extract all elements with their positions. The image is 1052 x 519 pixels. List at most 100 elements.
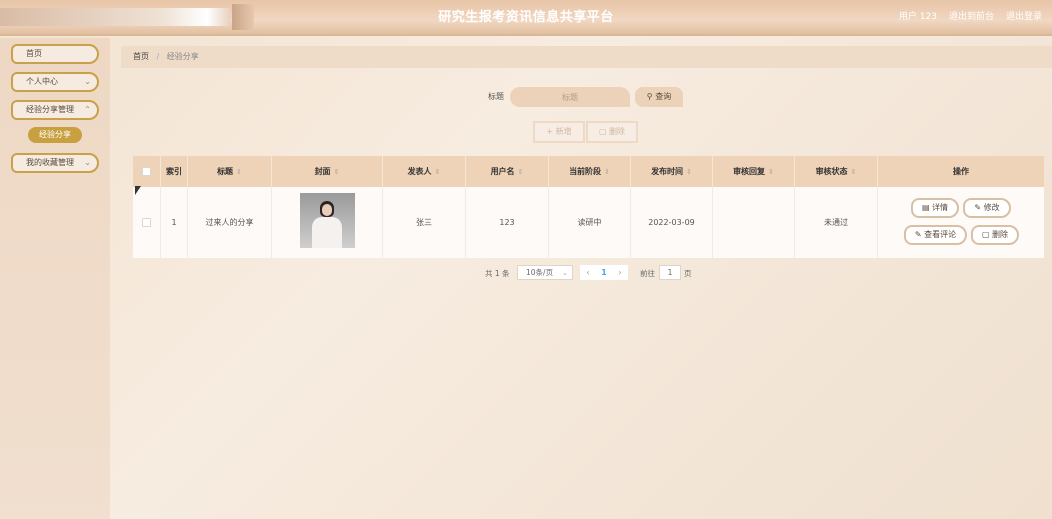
- cell-operations: ▤ 详情 ✎ 修改 ✎ 查看评论 ▢ 删除: [878, 187, 1044, 258]
- cell-publish-time: 2022-03-09: [631, 187, 713, 258]
- chevron-down-icon: ⌄: [561, 268, 568, 277]
- pencil-icon: ✎: [974, 203, 982, 212]
- breadcrumb: 首页 / 经验分享: [121, 46, 1052, 68]
- breadcrumb-current: 经验分享: [166, 52, 199, 61]
- add-button[interactable]: + 新增: [533, 121, 585, 143]
- column-header-review-status[interactable]: 审核状态 ⇕: [795, 156, 878, 187]
- delete-button-label: 删除: [992, 230, 1009, 239]
- goto-page-input[interactable]: 1: [659, 265, 681, 280]
- current-user: 用户 123: [898, 12, 937, 22]
- sort-icon[interactable]: ⇕: [604, 168, 610, 176]
- edit-button-label: 修改: [983, 203, 1000, 212]
- cover-image[interactable]: [300, 193, 355, 248]
- chevron-right-icon: ›: [618, 268, 622, 277]
- column-header-label: 封面: [314, 167, 331, 176]
- sidebar-item-label: 经验分享管理: [26, 105, 74, 114]
- cell-review-status: 未通过: [795, 187, 878, 258]
- chevron-up-icon: ⌃: [84, 105, 91, 114]
- cell-username: 123: [466, 187, 549, 258]
- cell-cover: [272, 187, 383, 258]
- sort-icon[interactable]: ⇕: [236, 168, 242, 176]
- top-header: 研究生报考资讯信息共享平台 用户 123 退出到前台 退出登录: [0, 0, 1052, 36]
- column-header-label: 发表人: [407, 167, 432, 176]
- data-table: 索引 标题 ⇕ 封面 ⇕ 发表人 ⇕ 用户名 ⇕ 当前阶段 ⇕ 发布时间 ⇕ 审核回复 ⇕ 审…: [133, 156, 1044, 258]
- sort-icon[interactable]: ⇕: [435, 168, 441, 176]
- main-content: 首页 / 经验分享 标题 ⚲ 查询 + 新增 ▢ 删除 索引 标题⇕ 封面⇕ 发…: [121, 46, 1052, 519]
- pagination: 共 1 条 10条/页 ⌄ ‹ 1 › 前往 1 页: [121, 265, 1052, 281]
- sidebar-subitem-experience-share[interactable]: 经验分享: [28, 127, 82, 143]
- sidebar-item-label: 首页: [26, 49, 42, 58]
- header-user-menu: 用户 123 退出到前台 退出登录: [899, 9, 1042, 22]
- goto-suffix: 页: [684, 269, 692, 278]
- column-header-label: 当前阶段: [569, 167, 602, 176]
- search-bar: 标题 ⚲ 查询: [121, 87, 1052, 107]
- mouse-cursor-icon: [135, 186, 141, 195]
- trash-icon: ▢: [981, 230, 990, 239]
- search-button-label: 查询: [655, 92, 672, 101]
- column-header-cover[interactable]: 封面 ⇕: [272, 156, 383, 187]
- sidebar: 首页 个人中心 ⌄ 经验分享管理 ⌃ 经验分享 我的收藏管理 ⌄: [0, 38, 110, 519]
- sort-icon[interactable]: ⇕: [518, 168, 524, 176]
- column-header-publish-time[interactable]: 发布时间 ⇕: [631, 156, 713, 187]
- column-header-index: 索引: [161, 156, 188, 187]
- sidebar-item-experience-management[interactable]: 经验分享管理 ⌃: [11, 100, 99, 120]
- column-header-operations: 操作: [953, 167, 969, 176]
- column-header-title[interactable]: 标题 ⇕: [188, 156, 272, 187]
- column-header-publisher[interactable]: 发表人 ⇕: [383, 156, 466, 187]
- sidebar-item-label: 我的收藏管理: [26, 158, 74, 167]
- column-header-label: 标题: [217, 167, 234, 176]
- cell-review-reply: [713, 187, 795, 258]
- table-header: 索引 标题 ⇕ 封面 ⇕ 发表人 ⇕ 用户名 ⇕ 当前阶段 ⇕ 发布时间 ⇕ 审核回复 ⇕ 审…: [133, 156, 1044, 187]
- sort-icon[interactable]: ⇕: [768, 168, 774, 176]
- column-header-stage[interactable]: 当前阶段 ⇕: [549, 156, 631, 187]
- search-icon: ⚲: [646, 92, 653, 101]
- batch-delete-button[interactable]: ▢ 删除: [586, 121, 638, 143]
- column-header-label: 发布时间: [651, 167, 684, 176]
- cover-figure-body: [312, 217, 342, 248]
- column-header-label: 审核状态: [815, 167, 848, 176]
- cell-title: 过来人的分享: [188, 187, 272, 258]
- select-all-checkbox[interactable]: [142, 167, 151, 176]
- sort-icon[interactable]: ⇕: [851, 168, 857, 176]
- cell-index: 1: [161, 187, 188, 258]
- search-label: 标题: [488, 92, 504, 101]
- page-number-current[interactable]: 1: [596, 265, 612, 280]
- column-header-label: 审核回复: [733, 167, 766, 176]
- sort-icon[interactable]: ⇕: [686, 168, 692, 176]
- chevron-down-icon: ⌄: [84, 158, 91, 167]
- select-all-checkbox-cell[interactable]: [133, 156, 161, 187]
- sort-icon[interactable]: ⇕: [334, 168, 340, 176]
- search-input[interactable]: [510, 87, 630, 107]
- column-header-username[interactable]: 用户名 ⇕: [466, 156, 549, 187]
- page-size-value: 10条/页: [526, 268, 554, 277]
- row-checkbox[interactable]: [142, 218, 151, 227]
- breadcrumb-separator: /: [156, 52, 160, 61]
- trash-icon: ▢: [598, 127, 607, 136]
- detail-button[interactable]: ▤ 详情: [911, 198, 959, 218]
- breadcrumb-home[interactable]: 首页: [133, 52, 149, 61]
- back-to-front-link[interactable]: 退出到前台: [949, 9, 994, 22]
- view-comments-button[interactable]: ✎ 查看评论: [904, 225, 967, 245]
- goto-label: 前往: [640, 269, 655, 278]
- column-header-label: 用户名: [490, 167, 515, 176]
- page-size-select[interactable]: 10条/页 ⌄: [517, 265, 573, 280]
- sidebar-item-my-favorites[interactable]: 我的收藏管理 ⌄: [11, 153, 99, 173]
- logout-link[interactable]: 退出登录: [1006, 9, 1042, 22]
- row-checkbox-cell[interactable]: [133, 187, 161, 258]
- next-page-button[interactable]: ›: [612, 265, 628, 280]
- chevron-left-icon: ‹: [586, 268, 590, 277]
- delete-button[interactable]: ▢ 删除: [971, 225, 1019, 245]
- table-row: 1 过来人的分享 张三 123 读研中 2022-03-09 未通过 ▤ 详情: [133, 187, 1044, 258]
- sidebar-item-label: 个人中心: [26, 77, 58, 86]
- prev-page-button[interactable]: ‹: [580, 265, 596, 280]
- document-icon: ▤: [921, 203, 930, 212]
- search-button[interactable]: ⚲ 查询: [635, 87, 683, 107]
- pencil-icon: ✎: [914, 230, 922, 239]
- sidebar-item-personal-center[interactable]: 个人中心 ⌄: [11, 72, 99, 92]
- edit-button[interactable]: ✎ 修改: [963, 198, 1011, 218]
- column-header-review-reply[interactable]: 审核回复 ⇕: [713, 156, 795, 187]
- cell-stage: 读研中: [549, 187, 631, 258]
- batch-delete-label: 删除: [609, 127, 626, 136]
- chevron-down-icon: ⌄: [84, 77, 91, 86]
- sidebar-item-home[interactable]: 首页: [11, 44, 99, 64]
